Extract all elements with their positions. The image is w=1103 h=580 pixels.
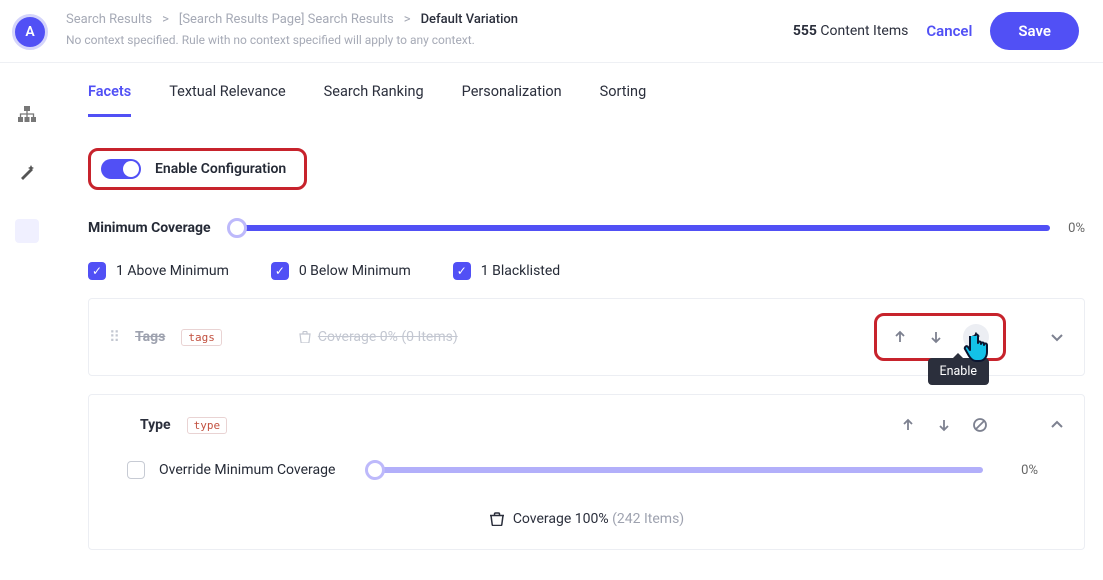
content-items: 555 Content Items xyxy=(793,23,909,39)
facet-tags: ⠿ Tags tags Coverage 0% (0 Items) + Enab… xyxy=(88,298,1085,376)
move-up-icon[interactable] xyxy=(891,328,909,346)
enable-facet-button[interactable]: + xyxy=(963,324,989,350)
sitemap-icon[interactable] xyxy=(16,103,38,125)
tab-search-ranking[interactable]: Search Ranking xyxy=(324,83,424,117)
override-label: Override Minimum Coverage xyxy=(159,462,335,478)
tabs: Facets Textual Relevance Search Ranking … xyxy=(88,63,1085,118)
move-down-icon[interactable] xyxy=(927,328,945,346)
min-coverage-value: 0% xyxy=(1068,221,1085,236)
enable-config-toggle[interactable] xyxy=(101,159,141,179)
slider-thumb[interactable] xyxy=(227,218,247,238)
chevron-right-icon: > xyxy=(404,12,411,27)
override-value: 0% xyxy=(1021,463,1038,478)
facet-actions: + Enable xyxy=(874,313,1006,361)
slider-thumb[interactable] xyxy=(365,460,385,480)
above-min-label: 1 Above Minimum xyxy=(116,263,229,279)
cancel-button[interactable]: Cancel xyxy=(926,22,972,40)
above-min-checkbox[interactable]: ✓ xyxy=(88,262,106,280)
facet-coverage: Coverage 100% (242 Items) xyxy=(127,511,1046,527)
move-down-icon[interactable] xyxy=(935,416,953,434)
facet-type: Type type Override Minimum Coverage 0% xyxy=(88,394,1085,550)
tab-textual-relevance[interactable]: Textual Relevance xyxy=(169,83,285,117)
facet-name: Type xyxy=(140,417,171,433)
override-slider[interactable] xyxy=(367,467,983,473)
below-min-label: 0 Below Minimum xyxy=(299,263,411,279)
enable-config-row: Enable Configuration xyxy=(88,148,307,190)
facet-actions xyxy=(882,409,1006,441)
below-min-checkbox[interactable]: ✓ xyxy=(271,262,289,280)
chevron-right-icon: > xyxy=(162,12,169,27)
facet-tag: tags xyxy=(181,329,222,346)
sidebar xyxy=(0,63,54,570)
blacklisted-label: 1 Blacklisted xyxy=(481,263,560,279)
min-coverage-label: Minimum Coverage xyxy=(88,220,211,236)
tab-personalization[interactable]: Personalization xyxy=(462,83,562,117)
crumb-current: Default Variation xyxy=(421,12,518,27)
breadcrumb: Search Results > [Search Results Page] S… xyxy=(66,12,775,27)
facet-tag: type xyxy=(187,417,228,434)
expand-icon[interactable] xyxy=(1050,332,1064,342)
tab-facets[interactable]: Facets xyxy=(88,83,131,117)
tooltip: Enable xyxy=(928,358,990,385)
move-up-icon[interactable] xyxy=(899,416,917,434)
avatar[interactable]: A xyxy=(12,14,48,50)
blacklisted-checkbox[interactable]: ✓ xyxy=(453,262,471,280)
drag-handle-icon[interactable]: ⠿ xyxy=(109,328,119,346)
tab-sorting[interactable]: Sorting xyxy=(600,83,647,117)
facet-name: Tags xyxy=(135,329,165,345)
disable-facet-icon[interactable] xyxy=(971,416,989,434)
facet-coverage: Coverage 0% (0 Items) xyxy=(298,329,458,345)
override-checkbox[interactable] xyxy=(127,461,145,479)
context-note: No context specified. Rule with no conte… xyxy=(66,33,775,47)
collapse-icon[interactable] xyxy=(1050,420,1064,430)
min-coverage-slider[interactable] xyxy=(229,225,1051,231)
magic-wand-icon[interactable] xyxy=(16,161,38,183)
crumb[interactable]: [Search Results Page] Search Results xyxy=(179,12,394,27)
settings-icon[interactable] xyxy=(15,219,39,243)
enable-config-label: Enable Configuration xyxy=(155,161,286,177)
crumb[interactable]: Search Results xyxy=(66,12,152,27)
save-button[interactable]: Save xyxy=(990,12,1079,50)
